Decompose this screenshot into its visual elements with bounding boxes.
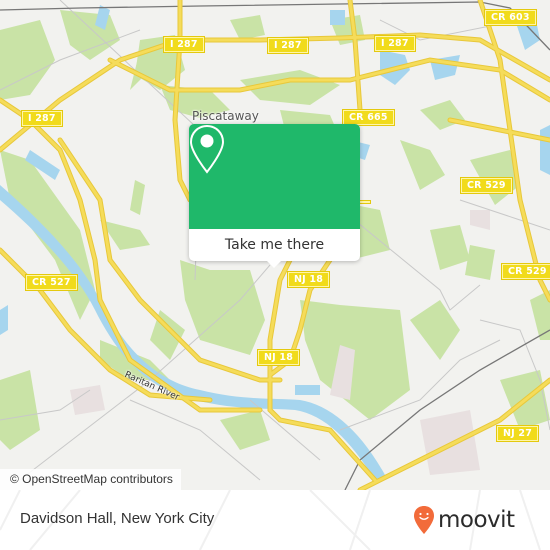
road-shield-nj18: NJ 18 [286, 271, 331, 288]
road-shield-i287: I 287 [21, 110, 63, 127]
map-pin-icon [189, 124, 225, 174]
map-canvas[interactable]: I 287 I 287 I 287 I 287 CR 603 CR 665 CR… [0, 0, 550, 490]
location-popup[interactable]: Take me there [189, 124, 360, 268]
moovit-logo[interactable]: moovit [413, 504, 515, 536]
take-me-there-button[interactable]: Take me there [189, 229, 360, 261]
road-shield-cr665: CR 665 [342, 109, 395, 126]
road-shield-nj18: NJ 18 [256, 349, 301, 366]
road-shield-i287: I 287 [374, 35, 416, 52]
road-shield-cr529: CR 529 [460, 177, 513, 194]
place-label-piscataway: Piscataway [192, 109, 259, 123]
popup-header [189, 124, 360, 229]
moovit-wordmark: moovit [438, 507, 515, 533]
place-name: Davidson Hall, New York City [20, 510, 215, 527]
popup-tail [266, 260, 282, 268]
road-shield-cr603: CR 603 [484, 9, 537, 26]
road-shield-cr527: CR 527 [25, 274, 78, 291]
road-shield-i287: I 287 [163, 36, 205, 53]
moovit-pin-smile-icon [414, 506, 434, 534]
footer-bar: Davidson Hall, New York City moovit [0, 490, 550, 550]
road-shield-nj27: NJ 27 [495, 425, 540, 442]
road-shield-cr529: CR 529 [501, 263, 550, 280]
map-attribution[interactable]: © OpenStreetMap contributors [0, 469, 181, 490]
road-shield-i287: I 287 [267, 37, 309, 54]
